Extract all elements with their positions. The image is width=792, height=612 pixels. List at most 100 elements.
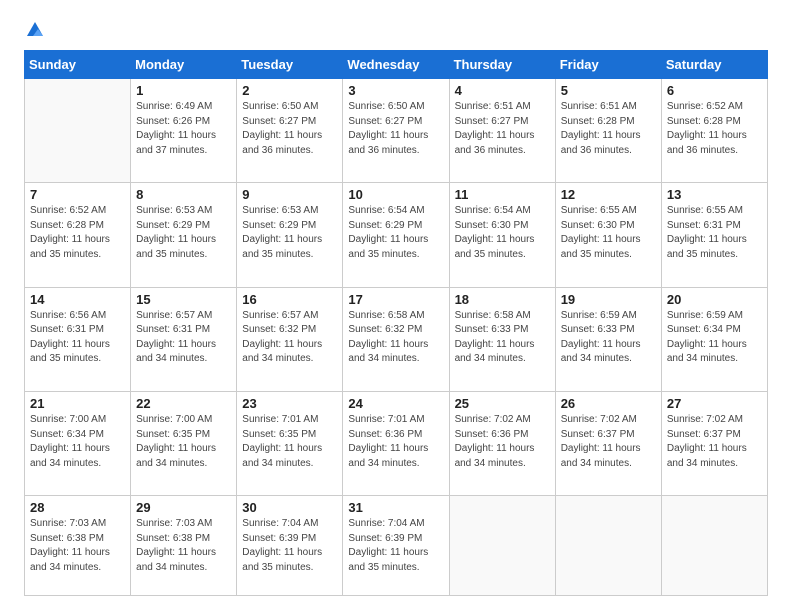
daylight-label: Daylight: 11 hours and 37 minutes.: [136, 130, 216, 156]
day-number: 29: [136, 500, 231, 515]
daylight-label: Daylight: 11 hours and 35 minutes.: [242, 547, 322, 573]
week-row-1: 1Sunrise: 6:49 AMSunset: 6:26 PMDaylight…: [25, 79, 768, 183]
sunset-label: Sunset: 6:31 PM: [136, 324, 210, 335]
daylight-label: Daylight: 11 hours and 35 minutes.: [30, 234, 110, 260]
day-number: 11: [455, 187, 550, 202]
week-row-2: 7Sunrise: 6:52 AMSunset: 6:28 PMDaylight…: [25, 183, 768, 287]
daylight-label: Daylight: 11 hours and 35 minutes.: [30, 339, 110, 365]
day-number: 18: [455, 292, 550, 307]
day-info: Sunrise: 7:00 AMSunset: 6:34 PMDaylight:…: [30, 413, 125, 471]
day-number: 9: [242, 187, 337, 202]
calendar-cell: 22Sunrise: 7:00 AMSunset: 6:35 PMDayligh…: [131, 392, 237, 496]
sunset-label: Sunset: 6:32 PM: [348, 324, 422, 335]
day-number: 6: [667, 83, 762, 98]
day-info: Sunrise: 6:52 AMSunset: 6:28 PMDaylight:…: [667, 100, 762, 158]
sunrise-label: Sunrise: 7:04 AM: [242, 518, 318, 529]
sunset-label: Sunset: 6:27 PM: [242, 116, 316, 127]
sunrise-label: Sunrise: 7:04 AM: [348, 518, 424, 529]
day-info: Sunrise: 6:57 AMSunset: 6:32 PMDaylight:…: [242, 309, 337, 367]
day-number: 2: [242, 83, 337, 98]
day-info: Sunrise: 6:53 AMSunset: 6:29 PMDaylight:…: [242, 204, 337, 262]
daylight-label: Daylight: 11 hours and 34 minutes.: [455, 443, 535, 469]
day-info: Sunrise: 6:56 AMSunset: 6:31 PMDaylight:…: [30, 309, 125, 367]
sunrise-label: Sunrise: 6:55 AM: [667, 205, 743, 216]
day-info: Sunrise: 7:01 AMSunset: 6:35 PMDaylight:…: [242, 413, 337, 471]
sunrise-label: Sunrise: 6:54 AM: [348, 205, 424, 216]
day-number: 23: [242, 396, 337, 411]
day-number: 4: [455, 83, 550, 98]
day-number: 19: [561, 292, 656, 307]
calendar-table: SundayMondayTuesdayWednesdayThursdayFrid…: [24, 50, 768, 596]
calendar-cell: 14 Sunrise: 6:56 AMSunset: 6:31 PMDayligh…: [25, 287, 131, 391]
sunrise-label: Sunrise: 7:02 AM: [667, 414, 743, 425]
day-info: Sunrise: 6:52 AMSunset: 6:28 PMDaylight:…: [30, 204, 125, 262]
sunset-label: Sunset: 6:31 PM: [30, 324, 104, 335]
sunrise-label: Sunrise: 6:54 AM: [455, 205, 531, 216]
daylight-label: Daylight: 11 hours and 34 minutes.: [30, 547, 110, 573]
sunset-label: Sunset: 6:27 PM: [455, 116, 529, 127]
day-info: Sunrise: 7:01 AMSunset: 6:36 PMDaylight:…: [348, 413, 443, 471]
day-number: 12: [561, 187, 656, 202]
sunrise-label: Sunrise: 6:58 AM: [348, 310, 424, 321]
sunrise-label: Sunrise: 7:03 AM: [136, 518, 212, 529]
day-number: 1: [136, 83, 231, 98]
sunrise-label: Sunrise: 6:59 AM: [667, 310, 743, 321]
calendar-cell: 31Sunrise: 7:04 AMSunset: 6:39 PMDayligh…: [343, 496, 449, 596]
day-info: Sunrise: 7:04 AMSunset: 6:39 PMDaylight:…: [348, 517, 443, 575]
logo-text: [24, 20, 46, 40]
calendar-cell: 26Sunrise: 7:02 AMSunset: 6:37 PMDayligh…: [555, 392, 661, 496]
day-number: 24: [348, 396, 443, 411]
sunrise-label: Sunrise: 6:53 AM: [136, 205, 212, 216]
sunrise-label: Sunrise: 6:50 AM: [348, 101, 424, 112]
week-row-5: 28Sunrise: 7:03 AMSunset: 6:38 PMDayligh…: [25, 496, 768, 596]
sunset-label: Sunset: 6:34 PM: [30, 429, 104, 440]
calendar-cell: 7Sunrise: 6:52 AMSunset: 6:28 PMDaylight…: [25, 183, 131, 287]
calendar-cell: 27Sunrise: 7:02 AMSunset: 6:37 PMDayligh…: [661, 392, 767, 496]
sunrise-label: Sunrise: 7:03 AM: [30, 518, 106, 529]
daylight-label: Daylight: 11 hours and 35 minutes.: [242, 234, 322, 260]
logo: [24, 20, 46, 40]
calendar-cell: 16Sunrise: 6:57 AMSunset: 6:32 PMDayligh…: [237, 287, 343, 391]
calendar-cell: 17Sunrise: 6:58 AMSunset: 6:32 PMDayligh…: [343, 287, 449, 391]
calendar-cell: 9 Sunrise: 6:53 AMSunset: 6:29 PMDaylight…: [237, 183, 343, 287]
daylight-label: Daylight: 11 hours and 35 minutes.: [561, 234, 641, 260]
sunrise-label: Sunrise: 7:01 AM: [242, 414, 318, 425]
sunrise-label: Sunrise: 6:57 AM: [242, 310, 318, 321]
daylight-label: Daylight: 11 hours and 35 minutes.: [136, 234, 216, 260]
page: SundayMondayTuesdayWednesdayThursdayFrid…: [0, 0, 792, 612]
calendar-cell: 12Sunrise: 6:55 AMSunset: 6:30 PMDayligh…: [555, 183, 661, 287]
calendar-cell: 23 Sunrise: 7:01 AMSunset: 6:35 PMDayligh…: [237, 392, 343, 496]
daylight-label: Daylight: 11 hours and 34 minutes.: [348, 339, 428, 365]
sunrise-label: Sunrise: 7:00 AM: [30, 414, 106, 425]
weekday-friday: Friday: [555, 51, 661, 79]
calendar-cell: 18Sunrise: 6:58 AMSunset: 6:33 PMDayligh…: [449, 287, 555, 391]
day-info: Sunrise: 6:57 AMSunset: 6:31 PMDaylight:…: [136, 309, 231, 367]
weekday-header-row: SundayMondayTuesdayWednesdayThursdayFrid…: [25, 51, 768, 79]
day-info: Sunrise: 6:50 AMSunset: 6:27 PMDaylight:…: [348, 100, 443, 158]
sunset-label: Sunset: 6:29 PM: [136, 220, 210, 231]
day-number: 30: [242, 500, 337, 515]
logo-icon: [25, 20, 45, 40]
sunrise-label: Sunrise: 7:02 AM: [561, 414, 637, 425]
weekday-wednesday: Wednesday: [343, 51, 449, 79]
daylight-label: Daylight: 11 hours and 34 minutes.: [348, 443, 428, 469]
sunset-label: Sunset: 6:29 PM: [242, 220, 316, 231]
sunrise-label: Sunrise: 6:57 AM: [136, 310, 212, 321]
day-info: Sunrise: 7:00 AMSunset: 6:35 PMDaylight:…: [136, 413, 231, 471]
sunset-label: Sunset: 6:36 PM: [455, 429, 529, 440]
calendar-cell: [555, 496, 661, 596]
daylight-label: Daylight: 11 hours and 36 minutes.: [561, 130, 641, 156]
sunset-label: Sunset: 6:34 PM: [667, 324, 741, 335]
day-number: 3: [348, 83, 443, 98]
sunset-label: Sunset: 6:30 PM: [561, 220, 635, 231]
calendar-cell: 4Sunrise: 6:51 AMSunset: 6:27 PMDaylight…: [449, 79, 555, 183]
sunrise-label: Sunrise: 6:52 AM: [30, 205, 106, 216]
day-info: Sunrise: 7:02 AMSunset: 6:37 PMDaylight:…: [667, 413, 762, 471]
sunset-label: Sunset: 6:39 PM: [348, 533, 422, 544]
day-info: Sunrise: 6:51 AMSunset: 6:28 PMDaylight:…: [561, 100, 656, 158]
sunset-label: Sunset: 6:28 PM: [667, 116, 741, 127]
daylight-label: Daylight: 11 hours and 35 minutes.: [348, 234, 428, 260]
day-info: Sunrise: 6:58 AM Sunset: 6:32 PM Daylight:…: [348, 309, 443, 367]
day-number: 14: [30, 292, 125, 307]
day-info: Sunrise: 6:54 AMSunset: 6:30 PMDaylight:…: [455, 204, 550, 262]
